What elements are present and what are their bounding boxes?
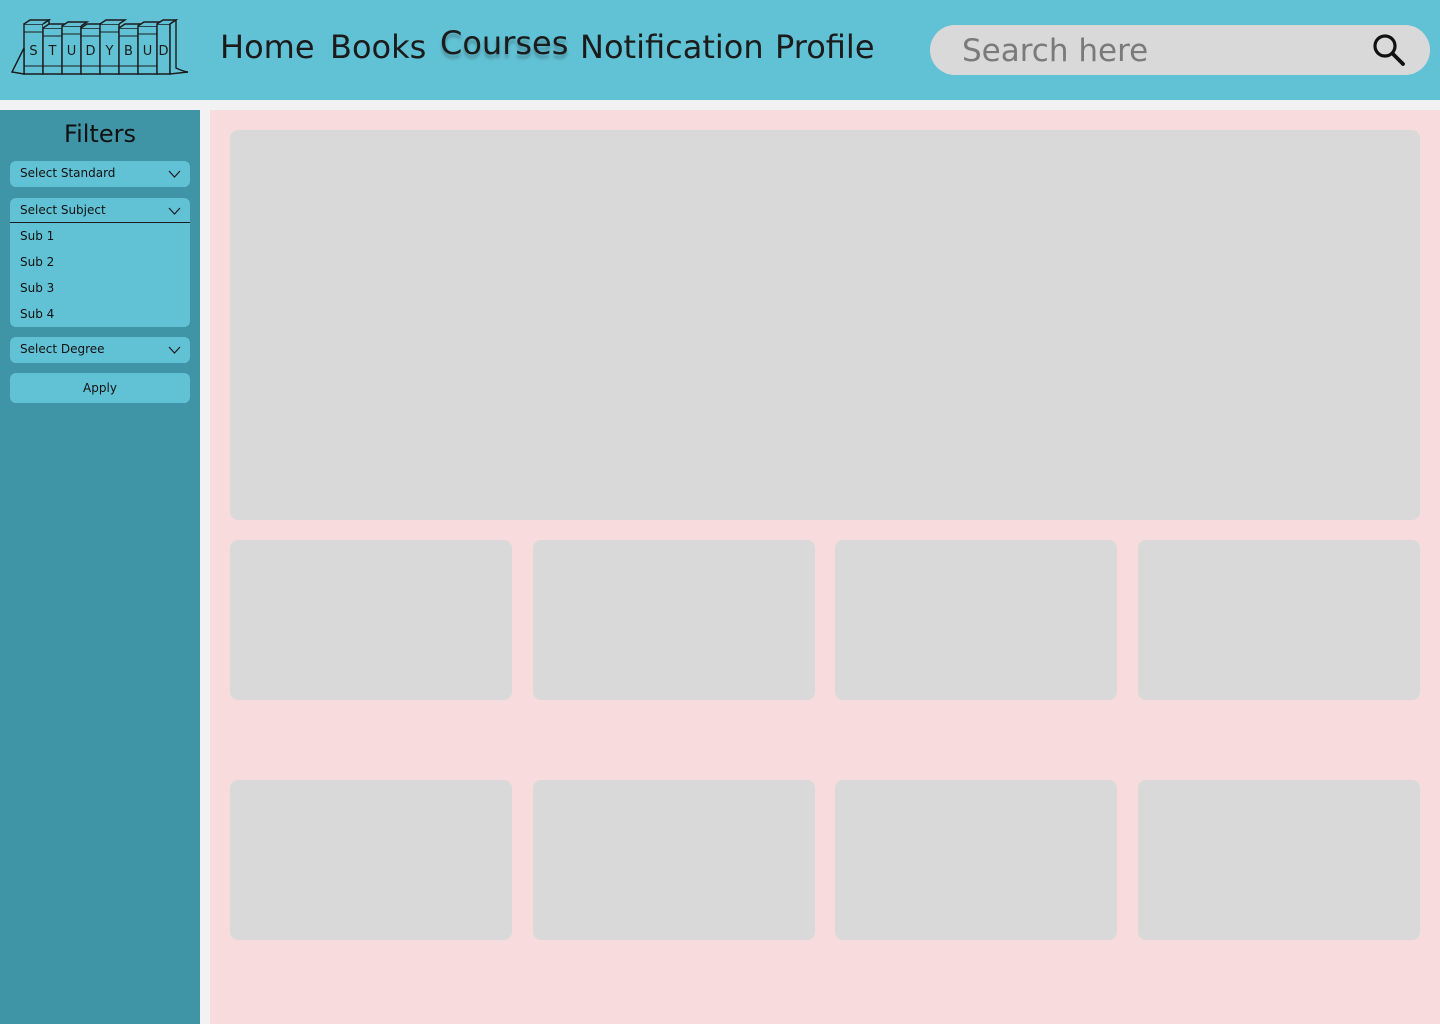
select-standard-label: Select Standard: [20, 166, 116, 180]
nav-notification[interactable]: Notification: [580, 28, 764, 66]
course-card[interactable]: [835, 780, 1117, 940]
nav-profile[interactable]: Profile: [775, 28, 875, 66]
course-card[interactable]: [533, 540, 815, 700]
search-icon[interactable]: [1372, 33, 1406, 67]
logo-letter: Y: [105, 44, 114, 59]
logo-letter: D: [85, 44, 95, 59]
chevron-down-icon: [168, 207, 181, 215]
nav-home[interactable]: Home: [220, 28, 315, 66]
logo-letter: T: [48, 44, 57, 59]
select-subject[interactable]: Select Subject: [10, 198, 190, 223]
course-card[interactable]: [230, 780, 512, 940]
logo-letter: B: [124, 44, 133, 59]
course-card[interactable]: [230, 540, 512, 700]
course-card[interactable]: [1138, 780, 1420, 940]
apply-button[interactable]: Apply: [10, 373, 190, 403]
nav-courses[interactable]: Courses: [440, 24, 568, 62]
nav-books[interactable]: Books: [330, 28, 426, 66]
select-subject-dropdown: Select Subject Sub 1 Sub 2 Sub 3 Sub 4: [10, 198, 190, 327]
books-logo-icon: S T U D Y B U D: [10, 18, 189, 75]
select-subject-label: Select Subject: [20, 203, 106, 217]
course-card[interactable]: [835, 540, 1117, 700]
chevron-down-icon: [168, 346, 181, 354]
logo-letter: U: [143, 44, 153, 59]
logo-letter: D: [158, 44, 168, 59]
course-card[interactable]: [1138, 540, 1420, 700]
featured-banner[interactable]: [230, 130, 1420, 520]
chevron-down-icon: [168, 170, 181, 178]
content-area: [210, 110, 1440, 1024]
subject-option[interactable]: Sub 3: [20, 281, 54, 295]
filters-sidebar: Filters Select Standard Select Subject S…: [0, 110, 200, 1024]
subject-option[interactable]: Sub 4: [20, 307, 54, 321]
select-degree-label: Select Degree: [20, 342, 105, 356]
search-bar: [930, 25, 1430, 75]
select-standard[interactable]: Select Standard: [10, 161, 190, 187]
logo-letter: S: [29, 44, 37, 59]
filters-title: Filters: [64, 120, 136, 148]
studybud-logo[interactable]: S T U D Y B U D: [10, 18, 190, 78]
subject-option[interactable]: Sub 2: [20, 255, 54, 269]
course-card[interactable]: [533, 780, 815, 940]
top-header: S T U D Y B U D Home Books Courses Notif…: [0, 0, 1440, 100]
logo-letter: U: [67, 44, 77, 59]
select-degree[interactable]: Select Degree: [10, 337, 190, 363]
subject-option[interactable]: Sub 1: [20, 229, 54, 243]
search-input[interactable]: [960, 30, 1364, 72]
